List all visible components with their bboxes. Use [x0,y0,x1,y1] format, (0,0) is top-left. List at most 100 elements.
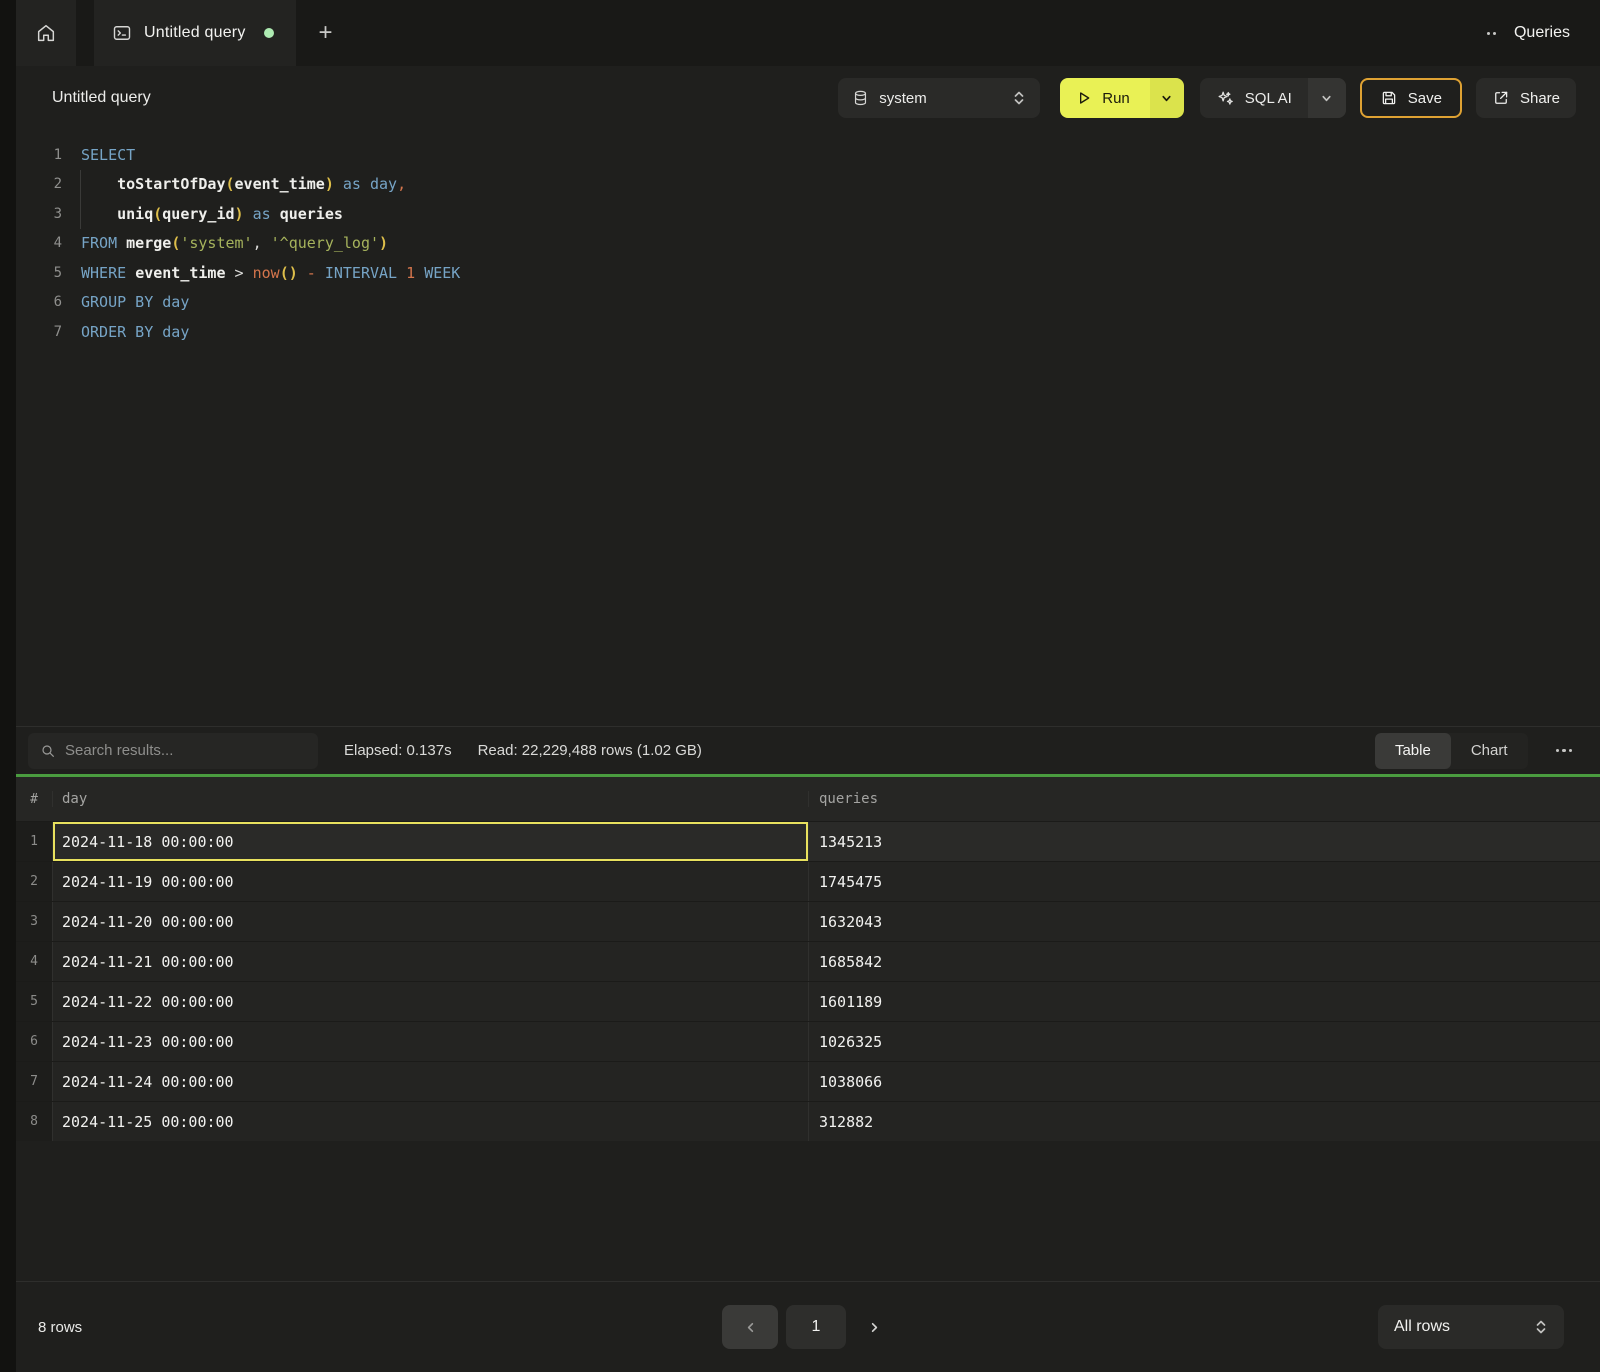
cell-day[interactable]: 2024-11-25 00:00:00 [52,1102,808,1141]
share-button[interactable]: Share [1476,78,1576,118]
tab-untitled-query[interactable]: Untitled query [94,0,296,66]
database-select[interactable]: system [838,78,1040,118]
table-body: 12024-11-18 00:00:00134521322024-11-19 0… [16,821,1600,1141]
tab-label: Untitled query [144,24,246,42]
line-number: 6 [16,294,62,310]
table-row: 22024-11-19 00:00:001745475 [16,861,1600,901]
row-number[interactable]: 1 [16,822,52,861]
run-options-button[interactable] [1150,78,1184,118]
results-options-icon[interactable] [1554,743,1575,759]
view-toggle: Table Chart [1375,733,1528,769]
code-line[interactable]: 7ORDER BY day [16,317,1600,347]
sparkles-icon [1216,89,1235,108]
updown-chevron-icon [1012,90,1026,106]
cell-day[interactable]: 2024-11-22 00:00:00 [52,982,808,1021]
line-number: 4 [16,235,62,251]
run-button[interactable]: Run [1060,78,1150,118]
terminal-icon [112,23,132,43]
cell-queries[interactable]: 1685842 [808,942,1600,981]
line-number: 7 [16,324,62,340]
query-title: Untitled query [52,89,151,107]
table-header-row: # day queries [16,777,1600,821]
table-row: 52024-11-22 00:00:001601189 [16,981,1600,1021]
new-tab-button[interactable]: + [296,0,356,66]
elapsed-stat: Elapsed: 0.137s [344,742,452,759]
row-number[interactable]: 8 [16,1102,52,1141]
pagination: 1 [722,1305,894,1349]
sql-ai-button-group: SQL AI [1200,78,1346,118]
code-content: WHERE event_time > now() - INTERVAL 1 WE… [62,264,460,282]
code-line[interactable]: 5WHERE event_time > now() - INTERVAL 1 W… [16,258,1600,288]
results-table: # day queries 12024-11-18 00:00:00134521… [16,777,1600,1141]
row-number[interactable]: 4 [16,942,52,981]
home-button[interactable] [16,0,76,66]
cell-queries[interactable]: 1345213 [808,822,1600,861]
column-header-index[interactable]: # [16,792,52,807]
cell-queries[interactable]: 1632043 [808,902,1600,941]
unsaved-indicator-dot [264,28,274,38]
previous-page-button[interactable] [722,1305,778,1349]
sql-ai-options-button[interactable] [1308,78,1346,118]
row-number[interactable]: 3 [16,902,52,941]
cell-queries[interactable]: 1745475 [808,862,1600,901]
cell-queries[interactable]: 1601189 [808,982,1600,1021]
search-icon [40,743,56,759]
queries-link[interactable]: Queries [1514,24,1570,42]
line-number: 2 [16,176,62,192]
view-tab-chart[interactable]: Chart [1451,733,1528,769]
code-line[interactable]: 6GROUP BY day [16,288,1600,318]
sql-editor[interactable]: 1SELECT2 toStartOfDay(event_time) as day… [16,130,1600,726]
save-button[interactable]: Save [1360,78,1462,118]
line-number: 5 [16,265,62,281]
next-page-button[interactable] [854,1305,894,1349]
results-footer: 8 rows 1 All rows [16,1281,1600,1372]
save-icon [1380,89,1398,107]
run-label: Run [1102,90,1130,107]
cell-queries[interactable]: 1026325 [808,1022,1600,1061]
code-line[interactable]: 1SELECT [16,140,1600,170]
cell-day[interactable]: 2024-11-21 00:00:00 [52,942,808,981]
code-line[interactable]: 4FROM merge('system', '^query_log') [16,229,1600,259]
results-empty-area [16,1141,1600,1281]
left-edge-rail [0,0,16,1372]
page-size-value: All rows [1394,1318,1450,1336]
code-line[interactable]: 2 toStartOfDay(event_time) as day, [16,170,1600,200]
cell-queries[interactable]: 1038066 [808,1062,1600,1101]
cell-day[interactable]: 2024-11-24 00:00:00 [52,1062,808,1101]
code-content: ORDER BY day [62,323,189,341]
row-number[interactable]: 5 [16,982,52,1021]
page-number-button[interactable]: 1 [786,1305,846,1349]
code-line[interactable]: 3 uniq(query_id) as queries [16,199,1600,229]
tab-gap [76,0,94,66]
sql-ai-label: SQL AI [1245,90,1292,107]
cell-day-selected[interactable]: 2024-11-18 00:00:00 [52,822,808,861]
row-number[interactable]: 7 [16,1062,52,1101]
run-button-group: Run [1060,78,1184,118]
table-row: 42024-11-21 00:00:001685842 [16,941,1600,981]
overflow-dots-icon[interactable] [1483,26,1500,41]
code-content: uniq(query_id) as queries [62,205,343,223]
view-tab-table[interactable]: Table [1375,733,1451,769]
page-size-select[interactable]: All rows [1378,1305,1564,1349]
column-header-day[interactable]: day [52,791,808,807]
table-row: 62024-11-23 00:00:001026325 [16,1021,1600,1061]
line-number: 1 [16,147,62,163]
cell-day[interactable]: 2024-11-19 00:00:00 [52,862,808,901]
sql-ai-button[interactable]: SQL AI [1200,78,1308,118]
database-select-value: system [879,90,927,107]
row-number[interactable]: 6 [16,1022,52,1061]
external-link-icon [1492,89,1510,107]
updown-chevron-icon [1534,1319,1548,1335]
app-window: Untitled query + Queries Untitled query … [16,0,1600,1372]
cell-day[interactable]: 2024-11-20 00:00:00 [52,902,808,941]
row-number[interactable]: 2 [16,862,52,901]
search-results-box[interactable] [28,733,318,769]
cell-queries[interactable]: 312882 [808,1102,1600,1141]
search-results-input[interactable] [65,742,306,759]
code-content: GROUP BY day [62,293,189,311]
cell-day[interactable]: 2024-11-23 00:00:00 [52,1022,808,1061]
column-header-queries[interactable]: queries [808,791,1600,807]
indent-guide [80,199,81,229]
code-content: SELECT [62,146,135,164]
rows-count: 8 rows [38,1319,82,1336]
